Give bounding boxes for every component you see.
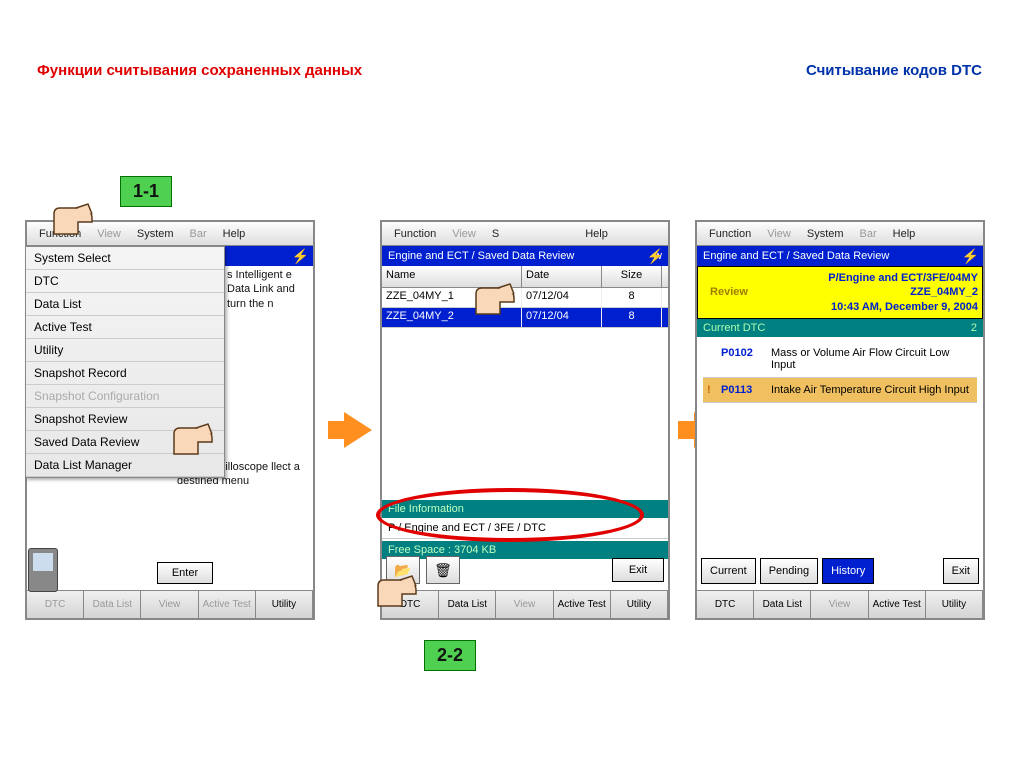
panel1-text-right: s Intelligent e Data Link and turn the n [227,268,311,311]
dtc-row-warning[interactable]: ! P0113 Intake Air Temperature Circuit H… [703,378,977,403]
exit-button-3[interactable]: Exit [943,558,979,584]
bottombar-2[interactable]: DTC Data List View Active Test Utility [382,590,668,618]
menu-view: View [444,228,484,240]
page-title-left: Функции считывания сохраненных данных [37,62,362,79]
bottombar-1[interactable]: DTC Data List View Active Test Utility [27,590,313,618]
step-2-2-label: 2-2 [424,640,476,671]
tab-view: View [811,591,868,618]
page-title-right: Считывание кодов DTC [806,62,982,79]
highlight-oval [376,488,644,542]
menu-view: View [759,228,799,240]
dtc-row[interactable]: P0102 Mass or Volume Air Flow Circuit Lo… [703,341,977,378]
bolt-icon: ⚡ [292,248,309,265]
exit-button-2[interactable]: Exit [612,558,664,582]
tab-active-test: Active Test [199,591,256,618]
bottombar-3[interactable]: DTC Data List View Active Test Utility [697,590,983,618]
menu-item-snapshot-record[interactable]: Snapshot Record [26,362,224,385]
tab-view: View [141,591,198,618]
bolt-icon: ⚡ [962,248,979,265]
bolt-icon: ⚡ [647,248,664,265]
menu-bar: Bar [852,228,885,240]
arrow-1-to-2 [344,412,372,448]
tab-data-list[interactable]: Data List [754,591,811,618]
tab-view: View [496,591,553,618]
tab-utility[interactable]: Utility [611,591,668,618]
pending-button[interactable]: Pending [760,558,818,584]
menu-function[interactable]: Function [701,228,759,240]
tab-dtc[interactable]: DTC [697,591,754,618]
review-text: P/Engine and ECT/3FE/04MY ZZE_04MY_2 10:… [756,271,978,314]
menu-item-dtc[interactable]: DTC [26,270,224,293]
tab-data-list: Data List [84,591,141,618]
tab-active-test[interactable]: Active Test [869,591,926,618]
menu-item-snapshot-config: Snapshot Configuration [26,385,224,408]
menu-item-data-list[interactable]: Data List [26,293,224,316]
panel-2: Function View S Help Engine and ECT / Sa… [380,220,670,620]
panel-3: Function View System Bar Help Engine and… [695,220,985,620]
table-row[interactable]: ZZE_04MY_1 07/12/04 8 [382,288,668,308]
trash-button[interactable]: 🗑 [426,556,460,584]
tab-active-test[interactable]: Active Test [554,591,611,618]
menu-item-active-test[interactable]: Active Test [26,316,224,339]
menu-help[interactable]: Help [885,228,924,240]
menu-system[interactable]: System [129,228,182,240]
tab-data-list[interactable]: Data List [439,591,496,618]
bluebar-3: Engine and ECT / Saved Data Review⚡ [697,246,983,266]
tab-dtc: DTC [27,591,84,618]
file-table-header: Name Date Size [382,266,668,288]
menu-system[interactable]: S [484,228,507,240]
menubar-3[interactable]: Function View System Bar Help [697,222,983,246]
menu-help[interactable]: Help [577,228,616,240]
device-icon [28,548,58,592]
menu-system[interactable]: System [799,228,852,240]
tab-utility[interactable]: Utility [256,591,313,618]
bluebar-2: Engine and ECT / Saved Data Revieww⚡ [382,246,668,266]
table-row-selected[interactable]: ZZE_04MY_2 07/12/04 8 [382,308,668,328]
step-1-1-label: 1-1 [120,176,172,207]
col-size[interactable]: Size [602,266,662,287]
menu-item-system-select[interactable]: System Select [26,247,224,270]
enter-button[interactable]: Enter [157,562,213,584]
history-button[interactable]: History [822,558,874,584]
review-info-box: Review P/Engine and ECT/3FE/04MY ZZE_04M… [697,266,983,319]
menu-function[interactable]: Function [386,228,444,240]
review-label: Review [702,286,756,298]
filter-buttons: Current Pending History Exit [701,558,979,584]
menu-help[interactable]: Help [215,228,254,240]
hand-pointer-icon [168,420,216,460]
current-dtc-header: Current DTC 2 [697,319,983,337]
menubar-2[interactable]: Function View S Help [382,222,668,246]
menu-bar: Bar [182,228,215,240]
hand-pointer-icon [470,280,518,320]
current-button[interactable]: Current [701,558,756,584]
col-date[interactable]: Date [522,266,602,287]
menu-item-utility[interactable]: Utility [26,339,224,362]
hand-pointer-icon [48,200,96,240]
tab-utility[interactable]: Utility [926,591,983,618]
hand-pointer-icon [372,572,420,612]
